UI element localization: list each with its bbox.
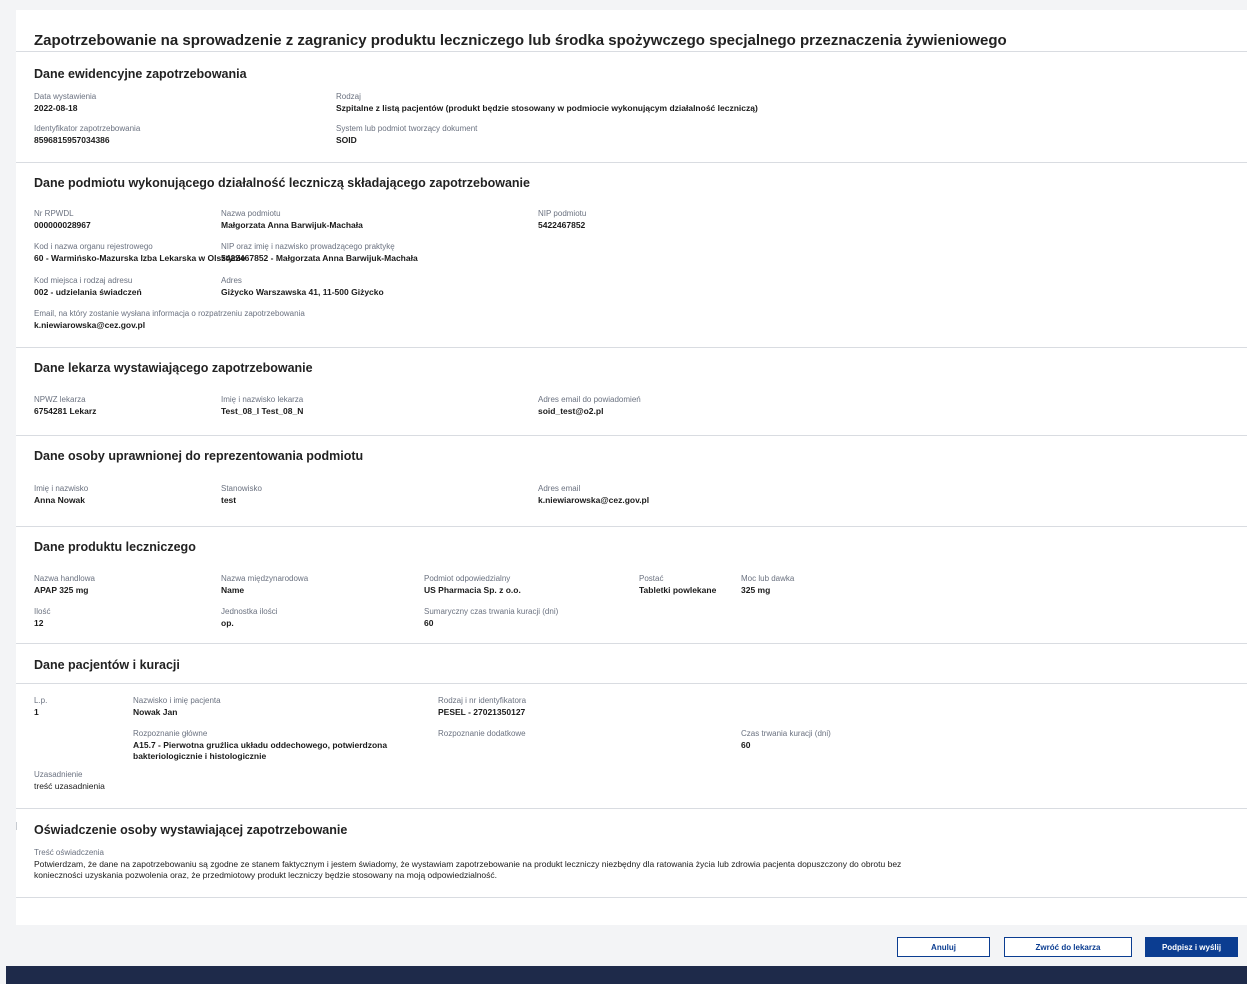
field-strength: Moc lub dawka 325 mg xyxy=(741,574,795,595)
field-location-code: Kod miejsca i rodzaj adresu 002 - udziel… xyxy=(34,276,142,297)
section-heading-registration: Dane ewidencyjne zapotrzebowania xyxy=(34,67,247,81)
field-rep-name: Imię i nazwisko Anna Nowak xyxy=(34,484,89,505)
field-treatment-duration: Czas trwania kuracji (dni) 60 xyxy=(741,729,831,750)
divider xyxy=(16,897,1247,898)
field-source-system: System lub podmiot tworzący dokument SOI… xyxy=(336,124,478,145)
field-issue-date: Data wystawienia 2022-08-18 xyxy=(34,92,97,113)
divider xyxy=(16,683,1247,684)
field-main-diagnosis: Rozpoznanie główne A15.7 - Pierwotna gru… xyxy=(133,729,388,762)
field-npwz: NPWZ lekarza 6754281 Lekarz xyxy=(34,395,97,416)
section-heading-patients: Dane pacjentów i kuracji xyxy=(34,658,180,672)
return-to-doctor-button[interactable]: Zwróć do lekarza xyxy=(1004,937,1132,957)
field-patient-identifier: Rodzaj i nr identyfikatora PESEL - 27021… xyxy=(438,696,527,717)
field-notification-email: Email, na który zostanie wysłana informa… xyxy=(34,309,305,330)
field-type: Rodzaj Szpitalne z listą pacjentów (prod… xyxy=(336,92,758,113)
section-heading-representative: Dane osoby uprawnionej do reprezentowani… xyxy=(34,449,364,463)
field-address: Adres Giżycko Warszawska 41, 11-500 Giży… xyxy=(221,276,384,297)
field-total-duration: Sumaryczny czas trwania kuracji (dni) 60 xyxy=(424,607,559,628)
divider xyxy=(16,162,1247,163)
divider xyxy=(16,526,1247,527)
field-row-number: L.p. 1 xyxy=(34,696,48,717)
field-quantity: Ilość 12 xyxy=(34,607,51,628)
cancel-button[interactable]: Anuluj xyxy=(897,937,990,957)
field-additional-diagnosis: Rozpoznanie dodatkowe xyxy=(438,729,526,738)
field-entity-name: Nazwa podmiotu Małgorzata Anna Barwijuk-… xyxy=(221,209,363,230)
section-heading-entity: Dane podmiotu wykonującego działalność l… xyxy=(34,176,530,190)
document-card: Zapotrzebowanie na sprowadzenie z zagran… xyxy=(16,10,1247,925)
page-title: Zapotrzebowanie na sprowadzenie z zagran… xyxy=(34,32,1007,49)
field-rpwdl: Nr RPWDL 000000028967 xyxy=(34,209,91,230)
section-heading-product: Dane produktu leczniczego xyxy=(34,540,196,554)
field-rep-position: Stanowisko test xyxy=(221,484,262,505)
field-statement: Treść oświadczenia Potwierdzam, że dane … xyxy=(34,848,902,881)
divider xyxy=(16,51,1247,52)
field-doctor-email: Adres email do powiadomień soid_test@o2.… xyxy=(538,395,641,416)
field-registry-authority: Kod i nazwa organu rejestrowego 60 - War… xyxy=(34,242,246,263)
field-responsible-entity: Podmiot odpowiedzialny US Pharmacia Sp. … xyxy=(424,574,521,595)
field-rep-email: Adres email k.niewiarowska@cez.gov.pl xyxy=(538,484,650,505)
divider xyxy=(16,808,1247,809)
divider xyxy=(16,822,17,830)
divider xyxy=(16,347,1247,348)
field-doctor-name: Imię i nazwisko lekarza Test_08_I Test_0… xyxy=(221,395,304,416)
section-heading-doctor: Dane lekarza wystawiającego zapotrzebowa… xyxy=(34,361,313,375)
field-trade-name: Nazwa handlowa APAP 325 mg xyxy=(34,574,95,595)
field-form: Postać Tabletki powlekane xyxy=(639,574,717,595)
field-request-id: Identyfikator zapotrzebowania 8596815957… xyxy=(34,124,141,145)
divider xyxy=(16,435,1247,436)
sign-and-send-button[interactable]: Podpisz i wyślij xyxy=(1145,937,1238,957)
divider xyxy=(16,643,1247,644)
field-entity-nip: NIP podmiotu 5422467852 xyxy=(538,209,587,230)
field-quantity-unit: Jednostka ilości op. xyxy=(221,607,278,628)
footer-bar xyxy=(6,966,1247,984)
field-international-name: Nazwa międzynarodowa Name xyxy=(221,574,309,595)
field-patient-name: Nazwisko i imię pacjenta Nowak Jan xyxy=(133,696,221,717)
field-practice-owner: NIP oraz imię i nazwisko prowadzącego pr… xyxy=(221,242,418,263)
section-heading-statement: Oświadczenie osoby wystawiającej zapotrz… xyxy=(34,823,348,837)
field-justification: Uzasadnienie treść uzasadnienia xyxy=(34,770,105,791)
